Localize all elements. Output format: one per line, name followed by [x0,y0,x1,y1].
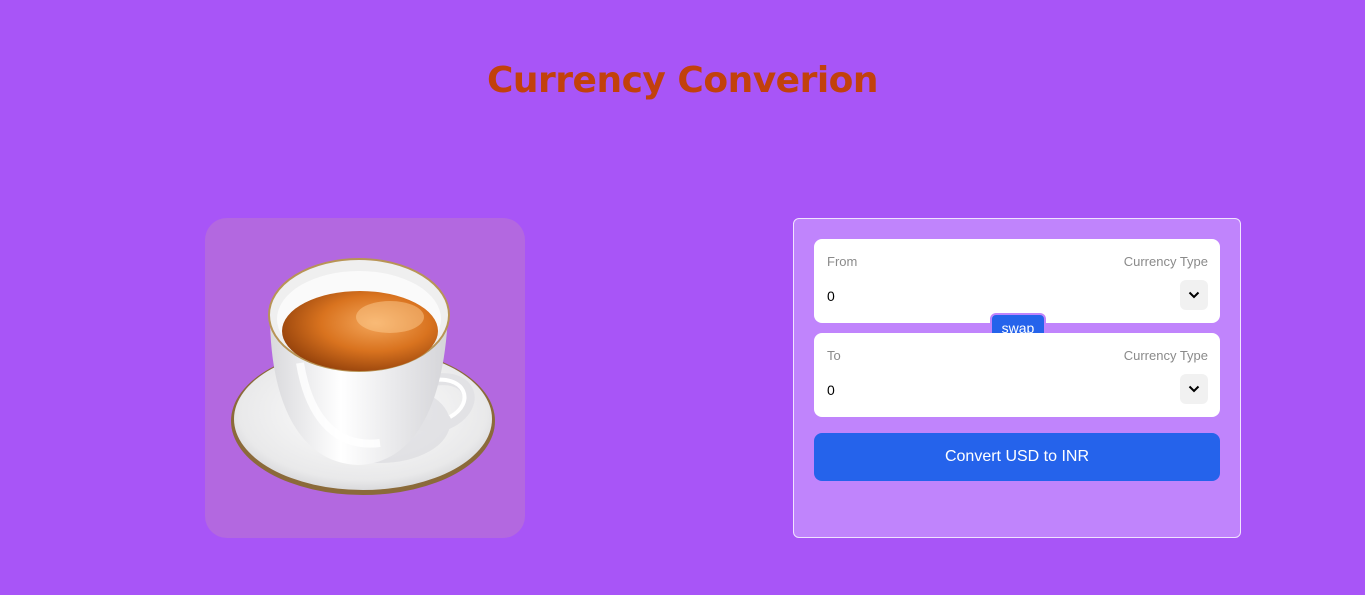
to-label: To [827,348,841,363]
from-field: From Currency Type [814,239,1220,323]
from-amount-input[interactable] [827,285,1127,307]
to-field: To Currency Type [814,333,1220,417]
convert-button[interactable]: Convert USD to INR [814,433,1220,481]
converter-panel: From Currency Type swap To Currency Type… [793,218,1241,538]
from-label: From [827,254,858,269]
chevron-down-icon [1188,385,1200,393]
page-title: Currency Converion [486,60,879,101]
from-currency-select[interactable] [1180,280,1208,310]
to-amount-input[interactable] [827,379,1127,401]
teacup-image [231,258,495,495]
to-currency-select[interactable] [1180,374,1208,404]
from-currency-type-label: Currency Type [1123,254,1208,269]
chevron-down-icon [1188,291,1200,299]
image-card [205,218,525,538]
to-currency-type-label: Currency Type [1123,348,1208,363]
page: Currency Converion From Currency Type 0 … [0,0,1365,595]
